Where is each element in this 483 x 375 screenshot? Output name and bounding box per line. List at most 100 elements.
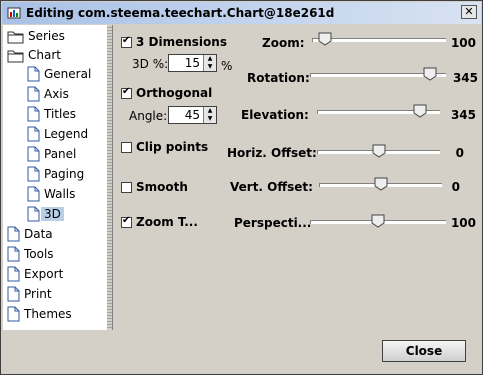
orthogonal-label: Orthogonal (136, 86, 213, 100)
vert-offset-value: 0 (451, 180, 460, 194)
folder-open-icon (7, 50, 24, 62)
tree-item-series[interactable]: Series (7, 27, 65, 45)
document-icon (27, 206, 40, 222)
horiz-offset-slider[interactable] (317, 144, 440, 160)
tree-item-walls[interactable]: Walls (27, 185, 75, 203)
angle-spinner[interactable]: 45 ▲ ▼ (168, 106, 217, 124)
3d-checkbox-label: 3 Dimensions (136, 35, 227, 49)
rotation-value: 345 (452, 71, 478, 85)
elevation-value: 345 (450, 108, 476, 122)
window-title: Editing com.steema.teechart.Chart@18e261… (26, 6, 335, 20)
tree-item-paging[interactable]: Paging (27, 165, 84, 183)
elevation-slider[interactable] (317, 104, 440, 120)
perspective-slider[interactable] (310, 214, 446, 230)
tree-item-label: Paging (44, 167, 85, 181)
smooth-checkbox[interactable] (121, 182, 132, 193)
tree-item-general[interactable]: General (27, 65, 91, 83)
editor-window: Editing com.steema.teechart.Chart@18e261… (0, 0, 483, 375)
tree-item-label: Series (28, 29, 65, 43)
document-icon (27, 186, 40, 202)
slider-thumb[interactable] (413, 104, 427, 118)
rotation-label: Rotation: (247, 71, 310, 85)
tree-item-label: General (44, 67, 92, 81)
clip-points-label: Clip points (136, 140, 209, 154)
3d-percent-label: 3D %: (132, 57, 169, 71)
document-icon (27, 106, 40, 122)
smooth-label: Smooth (136, 180, 188, 194)
document-icon (27, 146, 40, 162)
tree-item-label: Axis (44, 87, 69, 101)
slider-thumb[interactable] (374, 177, 388, 191)
down-arrow-icon[interactable]: ▼ (204, 115, 216, 123)
3d-percent-value: 15 (184, 56, 200, 70)
tree-item-titles[interactable]: Titles (27, 105, 76, 123)
perspective-label: Perspecti... (234, 216, 312, 230)
vert-offset-slider[interactable] (319, 177, 442, 193)
slider-thumb[interactable] (371, 214, 385, 228)
orthogonal-checkbox[interactable] (121, 86, 132, 99)
tree-item-panel[interactable]: Panel (27, 145, 76, 163)
vert-offset-label: Vert. Offset: (230, 180, 313, 194)
slider-thumb[interactable] (372, 144, 386, 158)
title-bar[interactable]: Editing com.steema.teechart.Chart@18e261… (2, 2, 481, 24)
document-icon (27, 86, 40, 102)
tree-item-print[interactable]: Print (7, 285, 52, 303)
clip-points-checkbox[interactable] (121, 142, 132, 153)
navigation-tree[interactable]: Series Chart General Axis Titles Legend … (3, 25, 107, 330)
zoom-label: Zoom: (262, 36, 305, 50)
up-arrow-icon[interactable]: ▲ (204, 55, 216, 63)
tree-item-label: 3D (41, 207, 64, 221)
spinner-arrows[interactable]: ▲ ▼ (203, 107, 216, 123)
document-icon (7, 226, 20, 242)
zoom-slider[interactable] (312, 32, 446, 48)
slider-thumb[interactable] (423, 67, 437, 81)
document-icon (27, 66, 40, 82)
close-button[interactable]: Close (382, 340, 466, 362)
tree-item-3d[interactable]: 3D (27, 205, 64, 223)
folder-icon (7, 31, 24, 43)
tree-item-label: Walls (44, 187, 76, 201)
tree-item-label: Titles (44, 107, 76, 121)
close-window-button[interactable]: ✕ (461, 5, 477, 19)
tree-item-label: Themes (24, 307, 72, 321)
zoom-text-label: Zoom T... (136, 215, 198, 229)
zoom-text-checkbox[interactable] (121, 215, 132, 228)
slider-thumb[interactable] (318, 32, 332, 46)
app-icon (7, 7, 21, 19)
tree-item-tools[interactable]: Tools (7, 245, 54, 263)
perspective-value: 100 (450, 216, 476, 230)
document-icon (7, 286, 20, 302)
zoom-value: 100 (450, 36, 476, 50)
tree-item-themes[interactable]: Themes (7, 305, 72, 323)
tree-item-export[interactable]: Export (7, 265, 63, 283)
tree-item-axis[interactable]: Axis (27, 85, 69, 103)
document-icon (7, 246, 20, 262)
down-arrow-icon[interactable]: ▼ (204, 63, 216, 71)
up-arrow-icon[interactable]: ▲ (204, 107, 216, 115)
3d-checkbox[interactable] (121, 35, 132, 48)
angle-value: 45 (184, 108, 200, 122)
tree-item-label: Data (24, 227, 53, 241)
horiz-offset-value: 0 (455, 146, 464, 160)
tree-item-data[interactable]: Data (7, 225, 53, 243)
tree-item-chart[interactable]: Chart (7, 46, 61, 64)
tree-item-legend[interactable]: Legend (27, 125, 88, 143)
elevation-label: Elevation: (241, 108, 309, 122)
tree-item-label: Chart (28, 48, 61, 62)
3d-settings-panel: 3 Dimensions 3D %: 15 ▲▼ % Orthogonal An… (112, 25, 481, 330)
spinner-arrows[interactable]: ▲ ▼ (203, 55, 216, 71)
rotation-slider[interactable] (310, 67, 446, 83)
tree-item-label: Panel (44, 147, 77, 161)
button-bar: Close (3, 331, 481, 373)
tree-item-label: Export (24, 267, 64, 281)
tree-item-label: Tools (24, 247, 54, 261)
document-icon (7, 306, 20, 322)
document-icon (27, 166, 40, 182)
horiz-offset-label: Horiz. Offset: (227, 146, 317, 160)
tree-item-label: Legend (44, 127, 89, 141)
document-icon (27, 126, 40, 142)
tree-item-label: Print (24, 287, 52, 301)
angle-label: Angle: (129, 109, 168, 123)
3d-percent-spinner[interactable]: 15 ▲ ▼ (168, 54, 217, 72)
document-icon (7, 266, 20, 282)
